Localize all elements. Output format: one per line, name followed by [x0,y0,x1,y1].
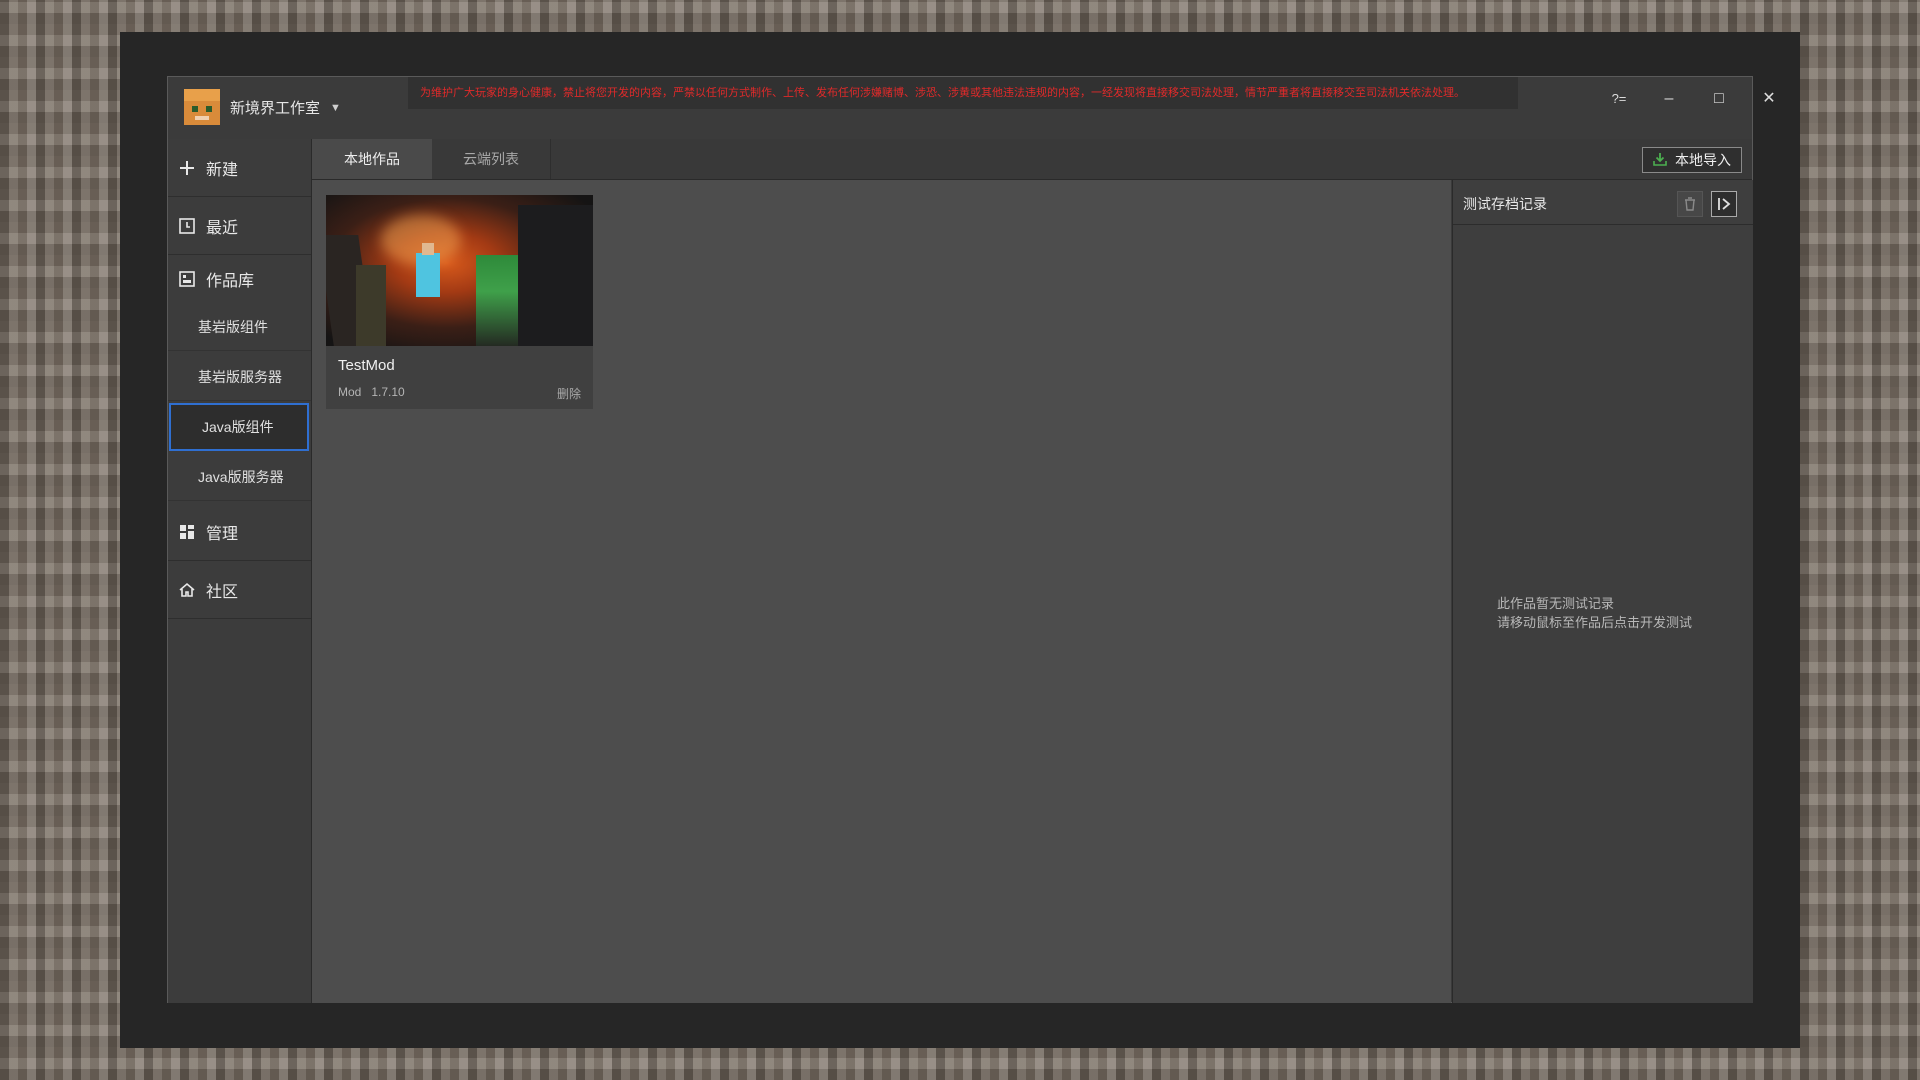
work-title: TestMod [338,357,395,374]
work-meta: Mod 1.7.10 [338,385,405,399]
sidebar-sub-bedrock-server[interactable]: 基岩版服务器 [168,353,311,401]
notice-banner: 为维护广大玩家的身心健康，禁止将您开发的内容，严禁以任何方式制作、上传、发布任何… [408,77,1518,109]
delete-link[interactable]: 删除 [557,385,581,402]
sidebar-item-community[interactable]: 社区 [168,561,311,619]
panel-header: 测试存档记录 [1453,180,1753,225]
work-thumbnail [326,195,593,346]
test-record-panel: 测试存档记录 此作品暂无测试记录 请移动鼠标至作品后点击开发测试 [1452,180,1753,1003]
collapse-panel-icon[interactable] [1711,191,1737,217]
works-grid: TestMod Mod 1.7.10 删除 [312,180,1451,1003]
avatar[interactable] [184,89,220,125]
sidebar-item-manage[interactable]: 管理 [168,503,311,561]
download-icon [1653,152,1667,169]
sidebar-item-label: 新建 [206,161,239,179]
panel-title: 测试存档记录 [1463,196,1547,212]
studio-name: 新境界工作室 [230,100,321,117]
library-icon [178,270,196,288]
studio-selector[interactable]: 新境界工作室 ▼ [230,97,341,118]
tab-bar: 本地作品 云端列表 本地导入 [312,139,1752,180]
grid-icon [178,523,196,541]
minimize-button[interactable]: – [1654,87,1684,111]
sidebar: 新建 最近 作品库 基岩版组件 基岩版服务器 Java版组件 Java版服务器 … [168,139,312,1003]
sidebar-item-recent[interactable]: 最近 [168,197,311,255]
work-type: Mod [338,385,362,399]
work-version: 1.7.10 [371,385,405,399]
app-window: 新境界工作室 ▼ 为维护广大玩家的身心健康，禁止将您开发的内容，严禁以任何方式制… [167,76,1776,1003]
local-import-label: 本地导入 [1675,152,1731,168]
tab-cloud-list[interactable]: 云端列表 [432,139,551,179]
caret-down-icon: ▼ [330,101,341,114]
work-card[interactable]: TestMod Mod 1.7.10 删除 [326,195,593,409]
empty-state: 此作品暂无测试记录 请移动鼠标至作品后点击开发测试 [1497,594,1692,632]
sidebar-item-label: 最近 [206,219,239,237]
sidebar-item-label: 作品库 [206,273,255,290]
sidebar-item-library[interactable]: 作品库 [168,255,311,303]
help-button[interactable]: ?= [1604,87,1634,111]
tab-local-works[interactable]: 本地作品 [312,139,432,179]
trash-icon[interactable] [1677,191,1703,217]
sidebar-sub-java-mod[interactable]: Java版组件 [169,403,309,451]
close-button[interactable]: ✕ [1754,87,1784,111]
local-import-button[interactable]: 本地导入 [1642,147,1742,173]
maximize-button[interactable]: □ [1704,87,1734,111]
sidebar-item-label: 社区 [206,583,239,601]
sidebar-sub-bedrock-addon[interactable]: 基岩版组件 [168,303,311,351]
clock-icon [178,217,196,235]
plus-icon [178,159,196,177]
home-icon [178,581,196,599]
sidebar-item-new[interactable]: 新建 [168,139,311,197]
sidebar-sub-java-server[interactable]: Java版服务器 [168,453,311,501]
title-bar: 新境界工作室 ▼ 为维护广大玩家的身心健康，禁止将您开发的内容，严禁以任何方式制… [168,77,1776,140]
empty-line-2: 请移动鼠标至作品后点击开发测试 [1497,615,1693,630]
empty-line-1: 此作品暂无测试记录 [1497,596,1615,611]
sidebar-item-label: 管理 [206,525,239,543]
